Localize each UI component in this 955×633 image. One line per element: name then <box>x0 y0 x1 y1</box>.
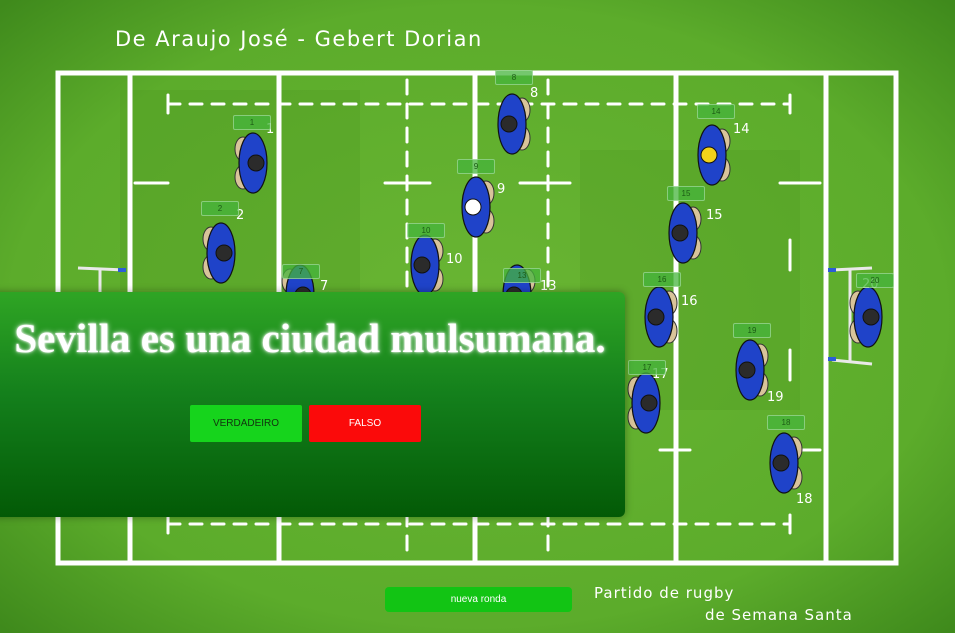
player-tag[interactable]: 1 <box>233 115 271 130</box>
player-tag[interactable]: 10 <box>407 223 445 238</box>
player-number: 15 <box>706 208 723 223</box>
new-round-button[interactable]: nueva ronda <box>385 587 572 612</box>
player-tag[interactable]: 17 <box>628 360 666 375</box>
player-number: 19 <box>767 390 784 405</box>
player-number: 16 <box>681 294 698 309</box>
player-tag[interactable]: 16 <box>643 272 681 287</box>
player-tag[interactable]: 9 <box>457 159 495 174</box>
player-tag[interactable]: 8 <box>495 70 533 85</box>
player-number: 18 <box>796 492 813 507</box>
question-panel: Sevilla es una ciudad mulsumana. VERDADE… <box>0 292 625 517</box>
true-button[interactable]: VERDADEIRO <box>190 405 302 442</box>
player-tag[interactable]: 2 <box>201 201 239 216</box>
player-number: 9 <box>497 182 505 197</box>
player-tag[interactable]: 7 <box>282 264 320 279</box>
question-text: Sevilla es una ciudad mulsumana. <box>14 315 606 361</box>
false-button[interactable]: FALSO <box>309 405 421 442</box>
match-title-line1: Partido de rugby <box>594 584 734 602</box>
player-tag[interactable]: 14 <box>697 104 735 119</box>
player-tag[interactable]: 19 <box>733 323 771 338</box>
player-tag[interactable]: 13 <box>503 268 541 283</box>
player-tag[interactable]: 15 <box>667 186 705 201</box>
match-title-line2: de Semana Santa <box>705 606 853 624</box>
player-number: 10 <box>446 252 463 267</box>
player-tag[interactable]: 18 <box>767 415 805 430</box>
player-number: 8 <box>530 86 538 101</box>
authors-heading: De Araujo José - Gebert Dorian <box>115 27 483 51</box>
player-tag[interactable]: 20 <box>856 273 894 288</box>
player-number: 14 <box>733 122 750 137</box>
